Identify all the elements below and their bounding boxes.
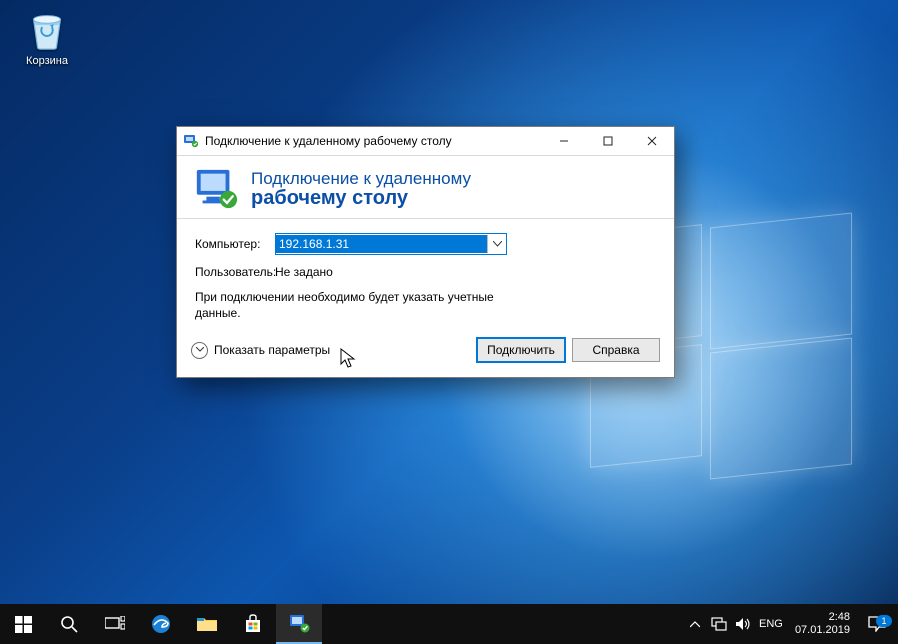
chevron-down-icon[interactable] [487,235,506,253]
search-button[interactable] [46,604,92,644]
user-label: Пользователь: [195,265,275,279]
rdp-banner-icon [193,166,239,212]
rdp-banner: Подключение к удаленному рабочему столу [177,156,674,219]
window-close-button[interactable] [630,127,674,155]
rdp-window: Подключение к удаленному рабочему столу … [176,126,675,378]
tray-time: 2:48 [795,611,850,624]
banner-heading-line2: рабочему столу [251,187,471,210]
desktop[interactable]: Корзина Подключение к удаленному рабочем… [0,0,898,644]
credentials-note: При подключении необходимо будет указать… [195,289,525,321]
computer-label: Компьютер: [195,237,275,251]
tray-chevron-up-icon[interactable] [683,604,707,644]
computer-combobox[interactable] [275,233,507,255]
help-button[interactable]: Справка [572,338,660,362]
banner-heading-line1: Подключение к удаленному [251,169,471,189]
chevron-down-icon [191,342,208,359]
recycle-bin-icon [24,6,70,52]
taskbar-app-store[interactable] [230,604,276,644]
show-options-toggle[interactable]: Показать параметры [191,342,330,359]
tray-language[interactable]: ENG [755,618,787,630]
tray-volume-icon[interactable] [731,604,755,644]
tray-network-icon[interactable] [707,604,731,644]
start-button[interactable] [0,604,46,644]
computer-input[interactable] [276,235,487,253]
connect-button[interactable]: Подключить [476,337,566,363]
window-title: Подключение к удаленному рабочему столу [205,134,452,148]
window-maximize-button[interactable] [586,127,630,155]
rdp-app-icon [183,133,199,149]
window-titlebar[interactable]: Подключение к удаленному рабочему столу [177,127,674,156]
desktop-icon-recycle-bin[interactable]: Корзина [12,6,82,67]
taskbar: ENG 2:48 07.01.2019 1 [0,604,898,644]
taskbar-app-rdp[interactable] [276,604,322,644]
action-center-button[interactable]: 1 [858,616,896,632]
notification-badge: 1 [876,615,892,627]
tray-clock[interactable]: 2:48 07.01.2019 [787,611,858,636]
taskbar-app-file-explorer[interactable] [184,604,230,644]
task-view-button[interactable] [92,604,138,644]
show-options-label: Показать параметры [214,343,330,357]
taskbar-app-edge[interactable] [138,604,184,644]
desktop-icon-label: Корзина [12,55,82,67]
window-minimize-button[interactable] [542,127,586,155]
system-tray: ENG 2:48 07.01.2019 1 [683,604,898,644]
user-value: Не задано [275,265,333,279]
tray-date: 07.01.2019 [795,624,850,637]
